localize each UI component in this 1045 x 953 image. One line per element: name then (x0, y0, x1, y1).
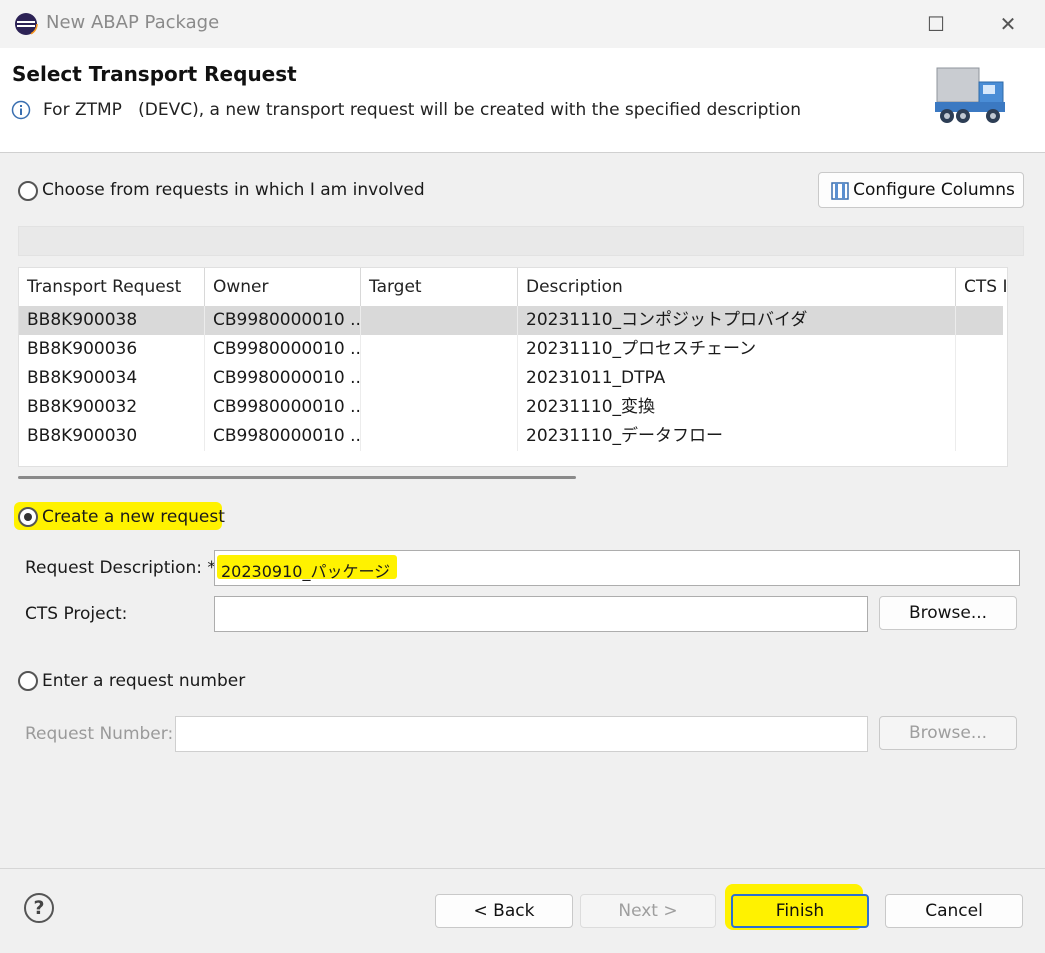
info-icon (11, 100, 31, 120)
request-description-label: Request Description: * (25, 558, 216, 578)
cts-project-input[interactable] (214, 596, 868, 632)
cell-owner: CB9980000010 ... (205, 393, 361, 422)
close-button[interactable]: ✕ (988, 8, 1028, 40)
cell-owner: CB9980000010 ... (205, 306, 361, 335)
column-header-owner[interactable]: Owner (205, 268, 361, 306)
configure-columns-label: Configure Columns (853, 180, 1015, 200)
cell-target (361, 393, 518, 422)
cell-transport-request: BB8K900038 (19, 306, 205, 335)
horizontal-scrollbar[interactable] (18, 476, 576, 479)
header-message: For ZTMP (DEVC), a new transport request… (43, 100, 801, 120)
table-row[interactable]: BB8K900034 CB9980000010 ... 20231011_DTP… (19, 364, 1003, 393)
cell-description: 20231011_DTPA (518, 364, 956, 393)
cell-target (361, 335, 518, 364)
enter-number-label[interactable]: Enter a request number (42, 671, 245, 691)
table-row[interactable]: BB8K900032 CB9980000010 ... 20231110_変換 (19, 393, 1003, 422)
maximize-button[interactable]: ☐ (916, 8, 956, 40)
request-number-input[interactable] (175, 716, 868, 752)
create-request-label[interactable]: Create a new request (42, 507, 225, 527)
create-request-radio[interactable] (18, 507, 38, 527)
cell-transport-request: BB8K900030 (19, 422, 205, 451)
choose-requests-label[interactable]: Choose from requests in which I am invol… (42, 180, 425, 200)
column-header-description[interactable]: Description (518, 268, 956, 306)
table-body: BB8K900038 CB9980000010 ... 20231110_コンポ… (19, 306, 1003, 466)
finish-button[interactable]: Finish (731, 894, 869, 928)
cell-description: 20231110_データフロー (518, 422, 956, 451)
cts-project-label: CTS Project: (25, 604, 128, 624)
cell-cts (956, 422, 1003, 451)
configure-columns-button[interactable]: Configure Columns (818, 172, 1024, 208)
cell-owner: CB9980000010 ... (205, 422, 361, 451)
cell-transport-request: BB8K900034 (19, 364, 205, 393)
cell-cts (956, 335, 1003, 364)
cell-target (361, 364, 518, 393)
title-bar: New ABAP Package ☐ ✕ (0, 0, 1045, 48)
cell-cts (956, 306, 1003, 335)
back-button[interactable]: < Back (435, 894, 573, 928)
transport-request-table: Transport Request Owner Target Descripti… (18, 267, 1008, 467)
table-row[interactable]: BB8K900030 CB9980000010 ... 20231110_データ… (19, 422, 1003, 451)
request-description-input[interactable]: 20230910_パッケージ (214, 550, 1020, 586)
request-number-label: Request Number: (25, 724, 174, 744)
table-row[interactable]: BB8K900038 CB9980000010 ... 20231110_コンポ… (19, 306, 1003, 335)
column-header-cts[interactable]: CTS I (956, 268, 1007, 306)
cell-description: 20231110_プロセスチェーン (518, 335, 956, 364)
enter-number-radio[interactable] (18, 671, 38, 691)
cell-owner: CB9980000010 ... (205, 335, 361, 364)
table-row[interactable]: BB8K900036 CB9980000010 ... 20231110_プロセ… (19, 335, 1003, 364)
page-title: Select Transport Request (12, 62, 297, 86)
cell-cts (956, 393, 1003, 422)
choose-requests-radio[interactable] (18, 181, 38, 201)
cell-description: 20231110_コンポジットプロバイダ (518, 306, 956, 335)
column-header-target[interactable]: Target (361, 268, 518, 306)
number-browse-button[interactable]: Browse... (879, 716, 1017, 750)
truck-icon (935, 67, 1005, 123)
app-icon (14, 12, 38, 36)
request-description-value: 20230910_パッケージ (221, 562, 391, 581)
cts-browse-button[interactable]: Browse... (879, 596, 1017, 630)
cell-description: 20231110_変換 (518, 393, 956, 422)
cell-target (361, 422, 518, 451)
next-button[interactable]: Next > (580, 894, 716, 928)
cell-owner: CB9980000010 ... (205, 364, 361, 393)
window-title: New ABAP Package (46, 12, 220, 33)
cancel-button[interactable]: Cancel (885, 894, 1023, 928)
help-icon[interactable]: ? (24, 893, 54, 923)
footer-separator (0, 868, 1045, 869)
cell-transport-request: BB8K900036 (19, 335, 205, 364)
cell-cts (956, 364, 1003, 393)
columns-icon (831, 182, 849, 200)
table-filter-bar[interactable] (18, 226, 1024, 256)
column-header-transport-request[interactable]: Transport Request (19, 268, 205, 306)
cell-transport-request: BB8K900032 (19, 393, 205, 422)
cell-target (361, 306, 518, 335)
